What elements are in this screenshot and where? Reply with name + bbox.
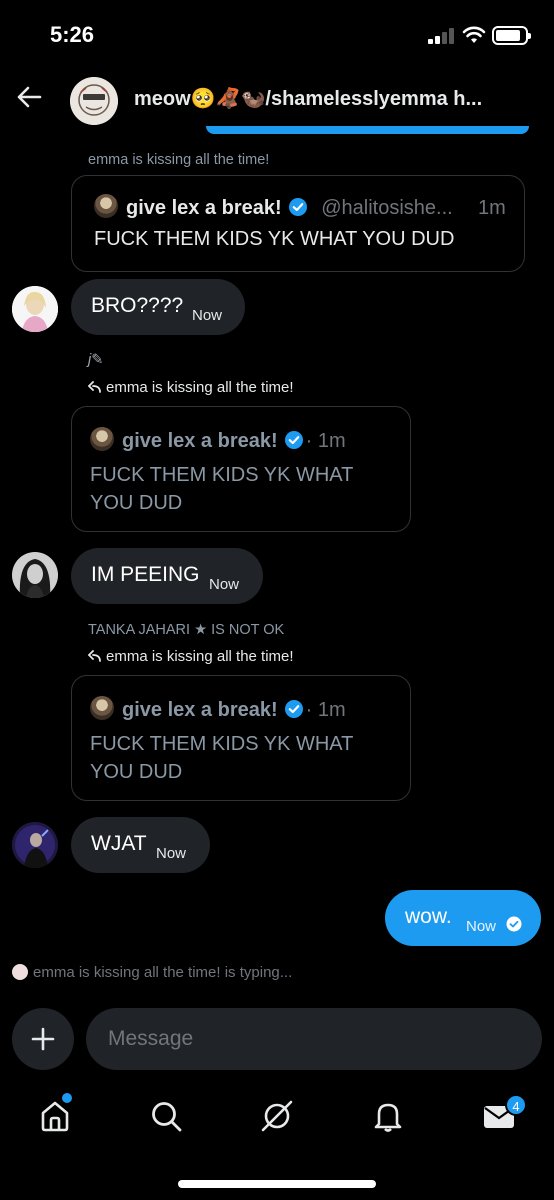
quoted-author-name: give lex a break!: [126, 197, 282, 219]
sender-name: emma is kissing all the time!: [88, 152, 270, 168]
sender-avatar-image: [12, 286, 58, 332]
reply-context: emma is kissing all the time!: [88, 648, 294, 665]
quoted-author-avatar: [94, 194, 118, 218]
message-bubble[interactable]: BRO???? Now: [71, 279, 245, 335]
sender-avatar-image: [12, 822, 58, 868]
quoted-post-time: 1m: [478, 197, 506, 219]
quoted-author-name: give lex a break!: [122, 430, 278, 452]
sender-name: TANKA JAHARI ★ IS NOT OK: [88, 622, 285, 638]
sender-avatar[interactable]: [12, 552, 58, 598]
read-receipt-icon: [506, 916, 522, 932]
search-icon[interactable]: [148, 1098, 184, 1134]
reply-arrow-icon: [88, 650, 101, 662]
reply-context: emma is kissing all the time!: [88, 379, 294, 396]
battery-icon: [492, 26, 531, 45]
typing-indicator: emma is kissing all the time! is typing.…: [12, 964, 292, 981]
conversation-header: meow🥺🦧🦦/shamelesslyemma h...: [0, 70, 554, 134]
message-text: WJAT: [91, 832, 147, 855]
reply-to-name: emma is kissing all the time!: [106, 648, 294, 665]
plus-icon: [31, 1027, 55, 1051]
conversation-title[interactable]: meow🥺🦧🦦/shamelesslyemma h...: [134, 86, 524, 111]
my-message-bubble[interactable]: wow. Now: [385, 890, 541, 946]
group-avatar-image: [70, 77, 118, 125]
quoted-post[interactable]: give lex a break! · 1m FUCK THEM KIDS YK …: [71, 675, 411, 801]
quoted-post-text: FUCK THEM KIDS YK WHAT YOU DUD: [90, 464, 353, 514]
quoted-author-name: give lex a break!: [122, 699, 278, 721]
quoted-post[interactable]: give lex a break! @halitosishe... 1m FUC…: [71, 175, 525, 272]
grok-icon[interactable]: [259, 1098, 295, 1134]
sender-avatar[interactable]: [12, 286, 58, 332]
message-text: wow.: [405, 905, 452, 928]
quoted-post-header: give lex a break! @halitosishe...: [94, 194, 453, 220]
message-text: BRO????: [91, 294, 184, 317]
quoted-post-header: give lex a break! · 1m: [90, 427, 346, 453]
message-time: Now: [156, 845, 187, 862]
battery-level: [496, 30, 520, 41]
verified-badge-icon: [284, 700, 303, 718]
verified-badge-icon: [288, 198, 307, 216]
scroll-highlight: [206, 126, 529, 134]
message-time: Now: [192, 307, 223, 324]
message-time: Now: [209, 576, 240, 593]
quoted-author-avatar: [90, 696, 114, 720]
home-icon[interactable]: [37, 1098, 73, 1134]
quoted-post-header: give lex a break! · 1m: [90, 696, 346, 722]
add-media-button[interactable]: [12, 1008, 74, 1070]
message-bubble[interactable]: IM PEEING Now: [71, 548, 263, 604]
quoted-post-time: · 1m: [305, 699, 346, 721]
signal-icon: [428, 28, 455, 44]
group-avatar[interactable]: [70, 77, 118, 125]
bell-icon[interactable]: [370, 1098, 406, 1134]
sender-avatar-image: [12, 552, 58, 598]
status-bar: 5:26: [0, 0, 554, 70]
sender-avatar[interactable]: [12, 822, 58, 868]
typing-text: emma is kissing all the time! is typing.…: [33, 964, 293, 981]
quoted-post-text: FUCK THEM KIDS YK WHAT YOU DUD: [94, 228, 455, 250]
home-indicator[interactable]: [178, 1180, 376, 1188]
message-bubble[interactable]: WJAT Now: [71, 817, 210, 873]
home-notification-dot: [62, 1093, 72, 1103]
quoted-author-handle: @halitosishe...: [321, 197, 453, 219]
quoted-post[interactable]: give lex a break! · 1m FUCK THEM KIDS YK …: [71, 406, 411, 532]
reply-arrow-icon: [88, 381, 101, 393]
message-input[interactable]: [86, 1008, 542, 1070]
sender-name: j✎: [88, 352, 104, 368]
message-time: Now: [466, 918, 497, 935]
quoted-post-time: · 1m: [305, 430, 346, 452]
quoted-author-avatar: [90, 427, 114, 451]
reply-to-name: emma is kissing all the time!: [106, 379, 294, 396]
message-text: IM PEEING: [91, 563, 200, 586]
quoted-post-text: FUCK THEM KIDS YK WHAT YOU DUD: [90, 733, 353, 783]
verified-badge-icon: [284, 431, 303, 449]
typing-avatar: [12, 964, 28, 980]
back-arrow-icon[interactable]: [14, 82, 44, 112]
messages-badge: 4: [505, 1094, 527, 1116]
tab-bar: [0, 1090, 554, 1150]
status-time: 5:26: [50, 22, 95, 47]
wifi-icon: [462, 26, 486, 43]
